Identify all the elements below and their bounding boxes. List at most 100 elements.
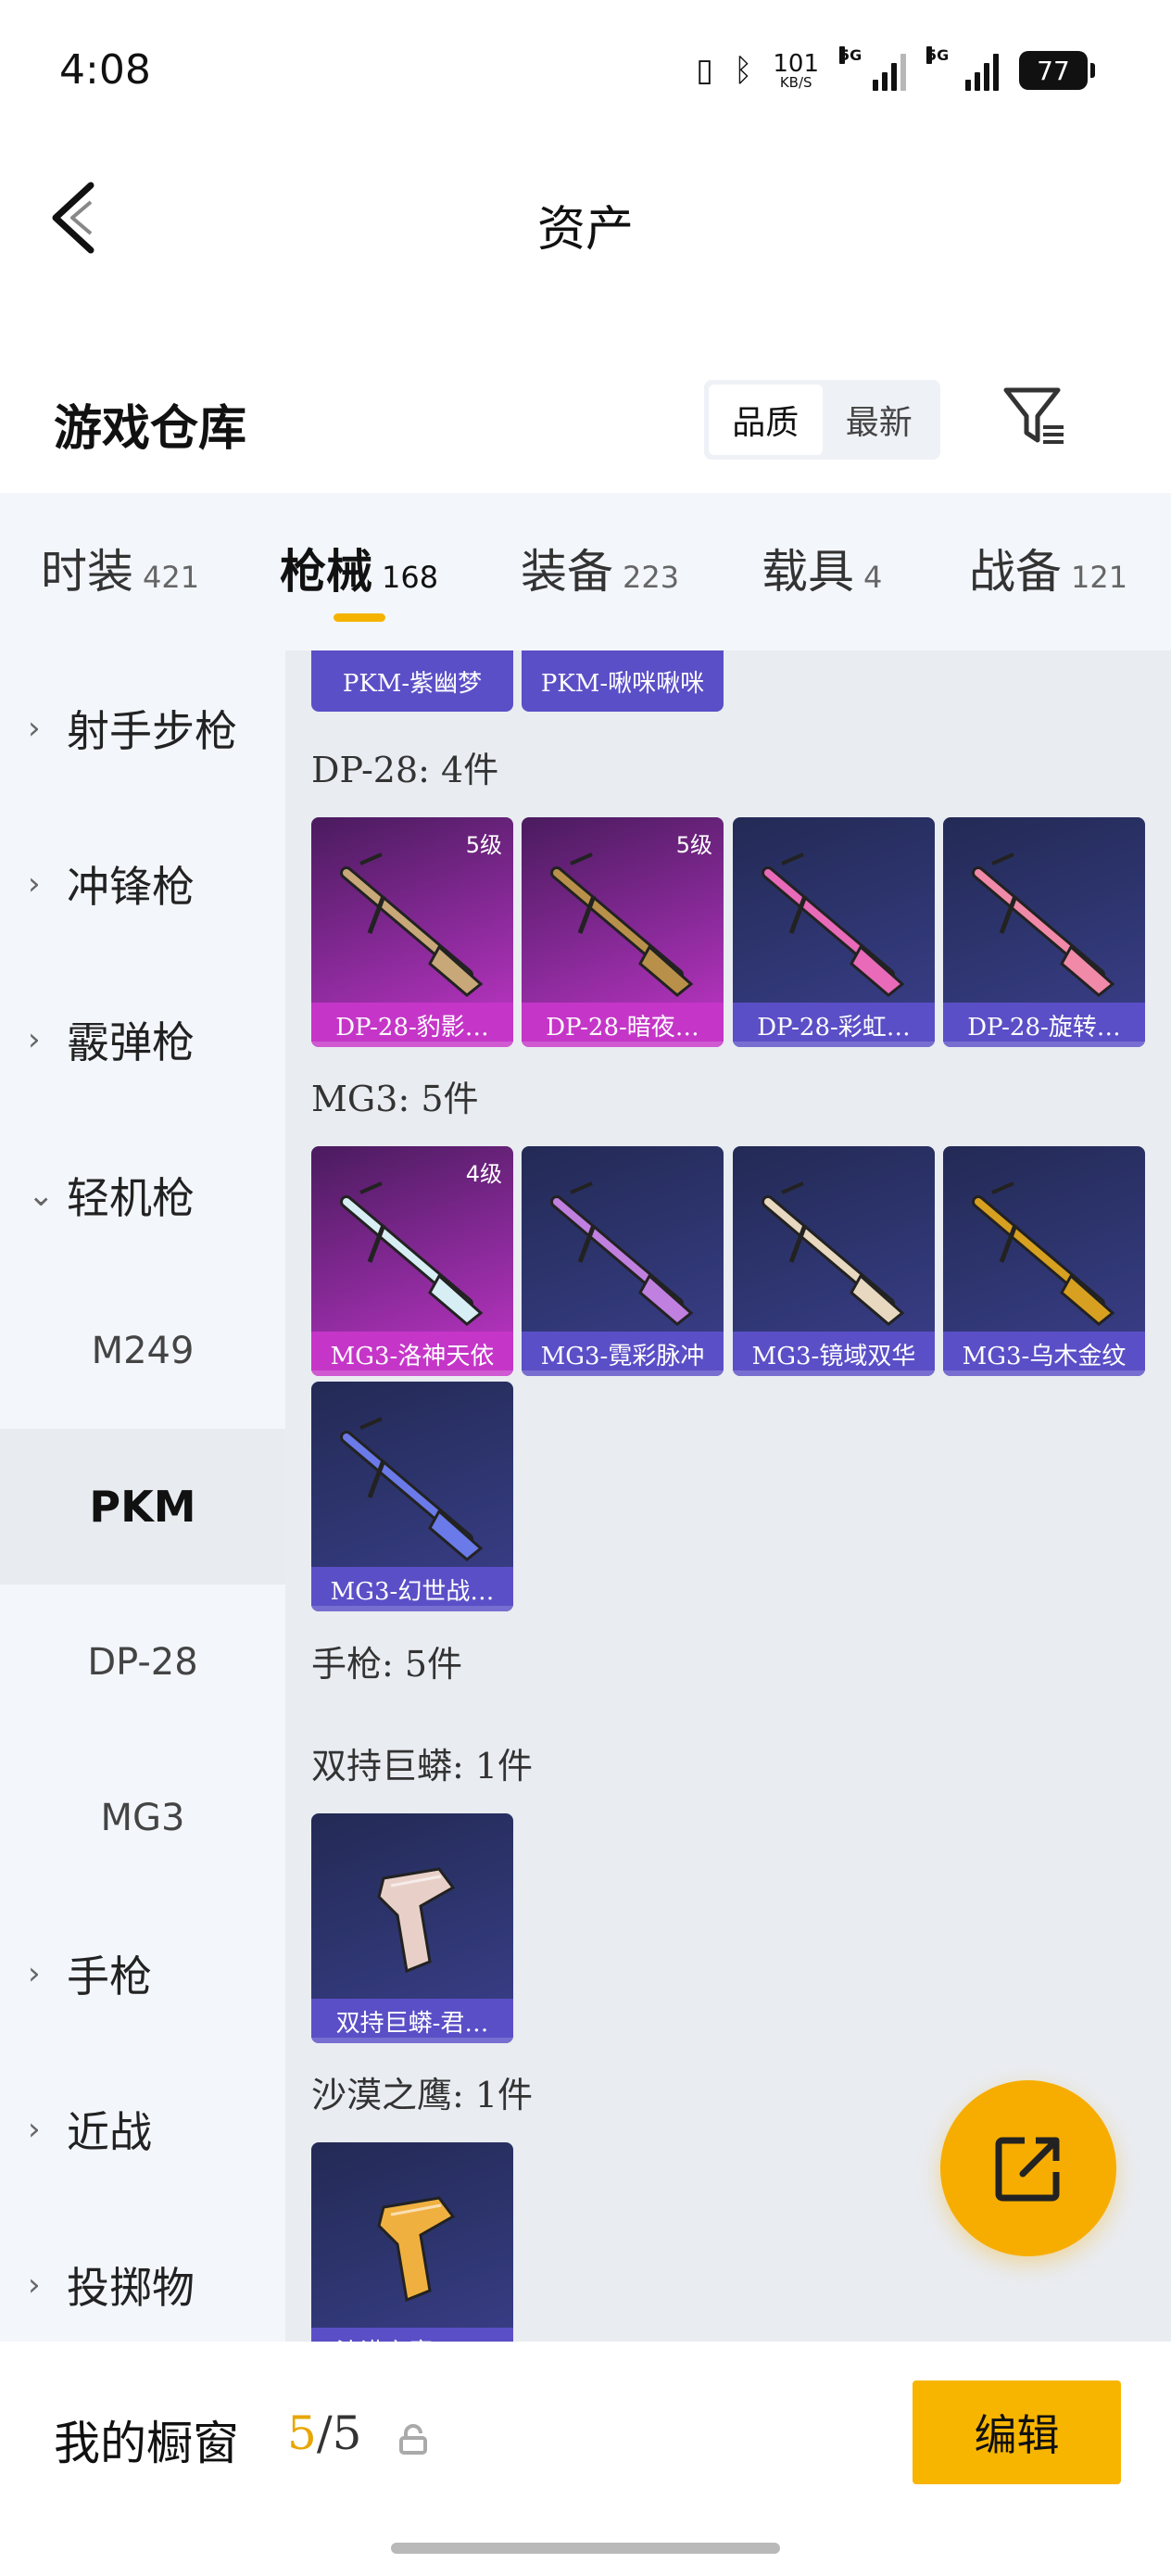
section-heading: 手枪: 5件 [311, 1644, 463, 1685]
tab-vehicles[interactable]: 载具 4 [762, 535, 882, 601]
tab-firearms[interactable]: 枪械 168 [280, 535, 438, 601]
showcase-current: 5 [287, 2406, 317, 2460]
weapon-image [972, 852, 1115, 997]
item-level: 5级 [465, 832, 502, 858]
tab-fashion[interactable]: 时装 421 [41, 535, 199, 601]
item-name: MG3-乌木金纹 [943, 1332, 1145, 1376]
sidebar-item-label: 手枪 [67, 1951, 152, 2001]
share-button[interactable] [940, 2080, 1116, 2256]
share-icon [995, 2137, 1060, 2202]
weapon-image [377, 2196, 456, 2303]
sidebar-item-melee[interactable]: › 近战 [0, 2052, 285, 2207]
tab-label: 载具 [762, 545, 854, 599]
grid-item[interactable]: PKM-啾咪啾咪 [522, 650, 724, 712]
tab-supplies[interactable]: 战备 121 [969, 535, 1127, 601]
item-name: MG3-洛神天依 [311, 1332, 513, 1376]
sidebar-subitem-dp28[interactable]: DP-28 [0, 1585, 285, 1740]
item-name: 沙漠之鹰-云… [311, 2328, 513, 2342]
item-level: 5级 [675, 832, 712, 858]
showcase-label: 我的橱窗 [54, 2417, 239, 2470]
sidebar-item-throwables[interactable]: › 投掷物 [0, 2207, 285, 2363]
item-name: MG3-霓彩脉冲 [522, 1332, 724, 1376]
item-name: 双持巨蟒-君… [311, 1999, 513, 2043]
item-level: 4级 [465, 1161, 502, 1187]
item-name: DP-28-旋转… [943, 1003, 1145, 1047]
sidebar-subitem-m249[interactable]: M249 [0, 1273, 285, 1429]
sort-latest-button[interactable]: 最新 [823, 385, 937, 455]
home-indicator [391, 2543, 780, 2554]
weapon-image [550, 1181, 694, 1326]
grid-item[interactable]: PKM-紫幽梦 [311, 650, 513, 712]
tab-equipment[interactable]: 装备 223 [521, 535, 679, 601]
showcase-count: 5/5 [287, 2406, 361, 2460]
lock-icon [399, 2424, 427, 2455]
item-name: DP-28-彩虹… [733, 1003, 935, 1047]
net-speed-value: 101 [773, 49, 819, 78]
warehouse-header: 游戏仓库 品质 最新 [0, 371, 1171, 491]
tab-count: 421 [143, 560, 200, 595]
category-tabs: 时装 421 枪械 168 装备 223 载具 4 战备 121 [0, 493, 1171, 650]
page-title: 资产 [536, 202, 634, 258]
grid-item[interactable]: 5级 DP-28-暗夜… [522, 817, 724, 1047]
grid-item[interactable]: MG3-乌木金纹 [943, 1146, 1145, 1376]
section-heading: DP-28: 4件 [311, 750, 499, 790]
status-bar: 4:08 ▯ ᛒ 101 KB/S 5G 5G 77 [0, 0, 1171, 139]
sidebar-item-label: 投掷物 [67, 2263, 195, 2313]
status-time: 4:08 [59, 46, 151, 94]
grid-item[interactable]: MG3-镜域双华 [733, 1146, 935, 1376]
grid-item[interactable]: 沙漠之鹰-云… [311, 2142, 513, 2342]
warehouse-title: 游戏仓库 [54, 400, 247, 457]
weapon-image [972, 1181, 1115, 1326]
signal-icon: 5G [926, 46, 999, 91]
weapon-image [340, 852, 484, 997]
grid-item[interactable]: DP-28-旋转… [943, 817, 1145, 1047]
sidebar-item-pistol[interactable]: › 手枪 [0, 1896, 285, 2052]
status-icons: ▯ ᛒ 101 KB/S 5G 5G 77 [696, 44, 1095, 96]
sidebar-item-label: 轻机枪 [67, 1173, 195, 1223]
net-speed: 101 KB/S [773, 52, 819, 90]
item-name: MG3-幻世战… [311, 1567, 513, 1611]
tab-label: 战备 [969, 545, 1062, 599]
tab-label: 枪械 [280, 544, 372, 599]
tab-label: 时装 [41, 545, 133, 599]
signal-tag: 5G [839, 46, 863, 64]
sidebar-item-label: 霰弹枪 [67, 1017, 195, 1067]
sort-toggle: 品质 最新 [704, 380, 940, 460]
chevron-right-icon: › [28, 2267, 41, 2304]
chevron-right-icon: › [28, 2111, 41, 2148]
battery-icon: 77 [1019, 51, 1095, 90]
edit-button[interactable]: 编辑 [913, 2380, 1121, 2484]
item-name: MG3-镜域双华 [733, 1332, 935, 1376]
grid-item[interactable]: MG3-霓彩脉冲 [522, 1146, 724, 1376]
sidebar-item-label: 射手步枪 [67, 706, 237, 756]
weapon-image [762, 1181, 905, 1326]
chevron-down-icon: ⌄ [28, 1177, 55, 1214]
grid-item[interactable]: DP-28-彩虹… [733, 817, 935, 1047]
tab-count: 168 [382, 560, 439, 595]
filter-button[interactable] [1002, 385, 1067, 449]
sidebar-item-lmg[interactable]: ⌄ 轻机枪 [0, 1118, 285, 1273]
section-heading: 沙漠之鹰: 1件 [311, 2075, 534, 2115]
grid-item[interactable]: MG3-幻世战… [311, 1382, 513, 1611]
chevron-right-icon: › [28, 1955, 41, 1992]
sidebar-item-label: 冲锋枪 [67, 862, 195, 912]
sidebar-subitem-pkm[interactable]: PKM [0, 1429, 285, 1585]
showcase-bar: 我的橱窗 5/5 编辑 [0, 2342, 1171, 2576]
net-speed-unit: KB/S [779, 73, 812, 91]
grid-item[interactable]: 5级 DP-28-豹影… [311, 817, 513, 1047]
sidebar-subitem-mg3[interactable]: MG3 [0, 1740, 285, 1896]
grid-item[interactable]: 双持巨蟒-君… [311, 1813, 513, 2043]
sidebar-item-marksman-rifle[interactable]: › 射手步枪 [0, 650, 285, 806]
sidebar-item-smg[interactable]: › 冲锋枪 [0, 806, 285, 962]
grid-item[interactable]: 4级 MG3-洛神天依 [311, 1146, 513, 1376]
weapon-image [340, 1181, 484, 1326]
tab-count: 223 [623, 560, 680, 595]
showcase-total: /5 [316, 2406, 362, 2460]
sort-quality-button[interactable]: 品质 [709, 385, 823, 455]
sidebar: › 射手步枪 › 冲锋枪 › 霰弹枪 ⌄ 轻机枪 M249 PKM DP-28 … [0, 650, 285, 2342]
sidebar-item-shotgun[interactable]: › 霰弹枪 [0, 962, 285, 1118]
weapon-image [550, 852, 694, 997]
section-heading: MG3: 5件 [311, 1079, 479, 1119]
weapon-image [340, 1417, 484, 1561]
tab-active-indicator [334, 613, 385, 622]
